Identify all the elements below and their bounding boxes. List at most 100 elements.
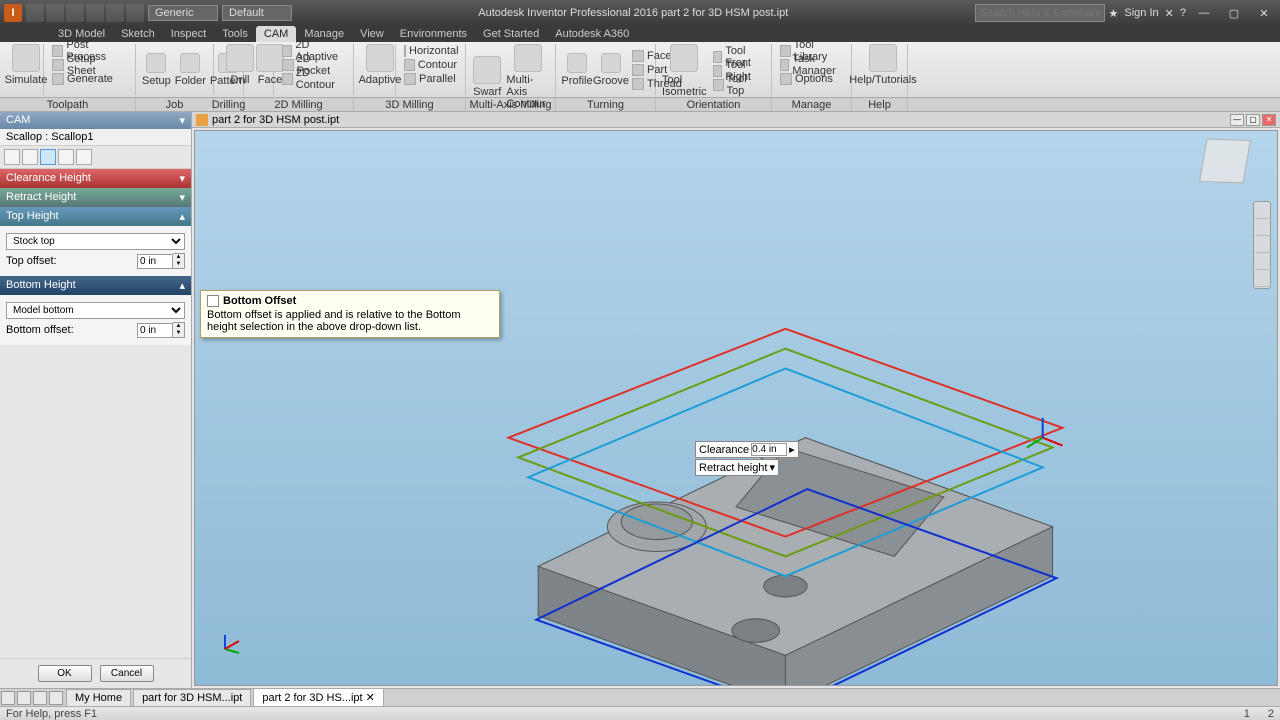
nav-zoom-icon[interactable] bbox=[1255, 237, 1271, 253]
info-icon bbox=[207, 295, 219, 307]
material-dropdown[interactable]: Generic bbox=[148, 5, 218, 21]
close-icon[interactable]: ✕ bbox=[366, 691, 375, 704]
tab-tile-icon[interactable] bbox=[49, 691, 63, 705]
nav-wheel-icon[interactable] bbox=[1255, 203, 1271, 219]
mdi-minimize-button[interactable]: — bbox=[1230, 114, 1244, 126]
navigation-bar[interactable] bbox=[1253, 201, 1271, 289]
qat-open-icon[interactable] bbox=[26, 4, 44, 22]
close-button[interactable]: ✕ bbox=[1252, 5, 1276, 21]
tool-top-button[interactable]: Tool Top bbox=[711, 78, 765, 92]
simulate-button[interactable]: Simulate bbox=[6, 44, 46, 86]
task-manager-button[interactable]: Task Manager bbox=[778, 58, 845, 72]
tab-list-icon[interactable] bbox=[33, 691, 47, 705]
top-height-header[interactable]: Top Height▴ bbox=[0, 207, 191, 226]
parallel-button[interactable]: Parallel bbox=[402, 72, 459, 86]
minimize-button[interactable]: — bbox=[1192, 5, 1216, 21]
retract-canvas-label[interactable]: Retract height ▾ bbox=[695, 459, 779, 476]
model-wireframe bbox=[195, 131, 1277, 685]
qat-redo-icon[interactable] bbox=[86, 4, 104, 22]
search-input[interactable] bbox=[975, 4, 1105, 22]
geometry-tab-icon[interactable] bbox=[22, 149, 38, 165]
qat-save-icon[interactable] bbox=[46, 4, 64, 22]
tab-prev-icon[interactable] bbox=[1, 691, 15, 705]
retract-height-header[interactable]: Retract Height▾ bbox=[0, 188, 191, 207]
folder-button[interactable]: Folder bbox=[175, 53, 206, 87]
tab-environments[interactable]: Environments bbox=[392, 26, 475, 42]
tab-tools[interactable]: Tools bbox=[214, 26, 256, 42]
profile-button[interactable]: Profile bbox=[562, 53, 592, 87]
options-button[interactable]: Options bbox=[778, 72, 845, 86]
heights-tab-icon[interactable] bbox=[40, 149, 56, 165]
qat-home-icon[interactable] bbox=[106, 4, 124, 22]
tool-isometric-button[interactable]: Tool Isometric bbox=[662, 44, 707, 98]
groove-button[interactable]: Groove bbox=[596, 53, 626, 87]
app-logo[interactable]: I bbox=[4, 4, 22, 22]
tab-a360[interactable]: Autodesk A360 bbox=[547, 26, 637, 42]
browser-node[interactable]: Scallop : Scallop1 bbox=[0, 129, 191, 146]
setup-sheet-button[interactable]: Setup Sheet bbox=[50, 58, 129, 72]
contour-button[interactable]: Contour bbox=[402, 58, 459, 72]
doc-tab-home[interactable]: My Home bbox=[66, 689, 131, 707]
adaptive-button[interactable]: Adaptive bbox=[360, 44, 400, 86]
status-bar: For Help, press F1 1 2 bbox=[0, 706, 1280, 720]
mdi-close-button[interactable]: ✕ bbox=[1262, 114, 1276, 126]
viewcube[interactable] bbox=[1199, 139, 1251, 184]
collapse-icon[interactable]: ▴ bbox=[179, 279, 185, 292]
tooltip: Bottom Offset Bottom offset is applied a… bbox=[200, 290, 500, 338]
star-icon[interactable]: ★ bbox=[1109, 7, 1119, 20]
doc-tab-1[interactable]: part for 3D HSM...ipt bbox=[133, 689, 251, 707]
help-icon[interactable]: ? bbox=[1180, 7, 1186, 19]
signin-button[interactable]: Sign In bbox=[1124, 7, 1158, 19]
restore-button[interactable]: ▢ bbox=[1222, 5, 1246, 21]
document-tab-title[interactable]: part 2 for 3D HSM post.ipt bbox=[212, 114, 339, 126]
spin-up-icon[interactable]: ▲ bbox=[173, 323, 184, 330]
bottom-from-select[interactable]: Model bottom bbox=[6, 302, 185, 319]
tooltip-body: Bottom offset is applied and is relative… bbox=[207, 309, 493, 333]
multiaxis-contour-button[interactable]: Multi-Axis Contour bbox=[506, 44, 549, 110]
collapse-icon[interactable]: ▾ bbox=[179, 172, 185, 185]
spin-down-icon[interactable]: ▼ bbox=[173, 330, 184, 337]
2d-contour-button[interactable]: 2D Contour bbox=[280, 72, 347, 86]
spin-up-icon[interactable]: ▲ bbox=[173, 254, 184, 261]
clearance-canvas-label[interactable]: Clearance ▸ bbox=[695, 441, 799, 458]
linking-tab-icon[interactable] bbox=[76, 149, 92, 165]
panel-header[interactable]: CAM▾ bbox=[0, 112, 191, 129]
passes-tab-icon[interactable] bbox=[58, 149, 74, 165]
clearance-canvas-input[interactable] bbox=[751, 443, 787, 456]
setup-button[interactable]: Setup bbox=[142, 53, 171, 87]
appearance-dropdown[interactable]: Default bbox=[222, 5, 292, 21]
clearance-height-header[interactable]: Clearance Height▾ bbox=[0, 169, 191, 188]
bottom-offset-input[interactable] bbox=[137, 323, 173, 338]
collapse-icon[interactable]: ▾ bbox=[179, 191, 185, 204]
tab-cam[interactable]: CAM bbox=[256, 26, 296, 42]
bottom-height-header[interactable]: Bottom Height▴ bbox=[0, 276, 191, 295]
chevron-down-icon[interactable]: ▾ bbox=[179, 114, 185, 127]
ok-button[interactable]: OK bbox=[38, 665, 92, 682]
tool-tab-icon[interactable] bbox=[4, 149, 20, 165]
help-tutorials-button[interactable]: Help/Tutorials bbox=[858, 44, 908, 86]
tab-inspect[interactable]: Inspect bbox=[163, 26, 214, 42]
mdi-restore-button[interactable]: ▢ bbox=[1246, 114, 1260, 126]
exchange-icon[interactable]: ✕ bbox=[1165, 7, 1174, 20]
tab-next-icon[interactable] bbox=[17, 691, 31, 705]
3d-viewport[interactable]: Clearance ▸ Retract height ▾ bbox=[194, 130, 1278, 686]
chevron-down-icon[interactable]: ▾ bbox=[769, 461, 775, 474]
qat-more-icon[interactable] bbox=[126, 4, 144, 22]
top-offset-input[interactable] bbox=[137, 254, 173, 269]
qat-undo-icon[interactable] bbox=[66, 4, 84, 22]
swarf-button[interactable]: Swarf bbox=[472, 56, 502, 98]
spin-down-icon[interactable]: ▼ bbox=[173, 261, 184, 268]
play-icon[interactable]: ▸ bbox=[789, 443, 795, 456]
cancel-button[interactable]: Cancel bbox=[100, 665, 154, 682]
nav-lookat-icon[interactable] bbox=[1255, 271, 1271, 287]
top-from-select[interactable]: Stock top bbox=[6, 233, 185, 250]
doc-tab-2[interactable]: part 2 for 3D HS...ipt✕ bbox=[253, 688, 383, 707]
tab-view[interactable]: View bbox=[352, 26, 392, 42]
generate-button[interactable]: Generate bbox=[50, 72, 129, 86]
toolpath-tab-icons bbox=[0, 146, 191, 169]
nav-pan-icon[interactable] bbox=[1255, 220, 1271, 236]
collapse-icon[interactable]: ▴ bbox=[179, 210, 185, 223]
tab-getstarted[interactable]: Get Started bbox=[475, 26, 547, 42]
nav-orbit-icon[interactable] bbox=[1255, 254, 1271, 270]
horizontal-button[interactable]: Horizontal bbox=[402, 44, 459, 58]
